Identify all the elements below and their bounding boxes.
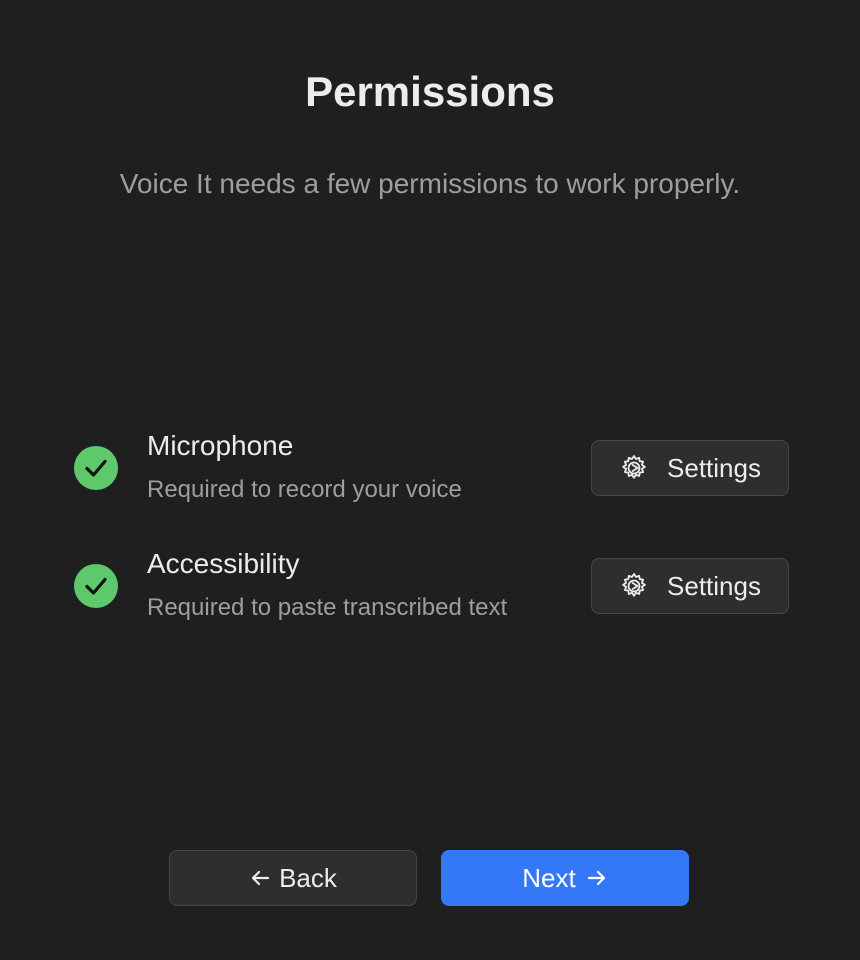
checkmark-circle-icon xyxy=(74,564,118,608)
next-button[interactable]: Next xyxy=(441,850,689,906)
permission-title: Accessibility xyxy=(147,548,300,579)
page-title: Permissions xyxy=(305,68,555,115)
permission-title: Microphone xyxy=(147,430,294,461)
permission-description: Required to paste transcribed text xyxy=(147,594,508,621)
arrow-right-icon xyxy=(587,870,605,886)
arrow-left-icon xyxy=(251,870,270,886)
page-subtitle: Voice It needs a few permissions to work… xyxy=(119,168,741,199)
accessibility-settings-button[interactable]: Settings xyxy=(591,558,789,614)
permission-row-microphone: Microphone Required to record your voice… xyxy=(0,428,860,508)
permission-row-accessibility: Accessibility Required to paste transcri… xyxy=(0,546,860,626)
permission-description: Required to record your voice xyxy=(147,476,462,503)
next-button-label: Next xyxy=(522,862,576,893)
gear-icon xyxy=(622,573,646,597)
back-button[interactable]: Back xyxy=(169,850,417,906)
checkmark-circle-icon xyxy=(74,446,118,490)
back-button-label: Back xyxy=(279,862,337,893)
settings-button-label: Settings xyxy=(667,452,761,483)
microphone-settings-button[interactable]: Settings xyxy=(591,440,789,496)
permissions-window: Permissions Voice It needs a few permiss… xyxy=(0,0,860,960)
gear-icon xyxy=(622,455,646,479)
settings-button-label: Settings xyxy=(667,570,761,601)
